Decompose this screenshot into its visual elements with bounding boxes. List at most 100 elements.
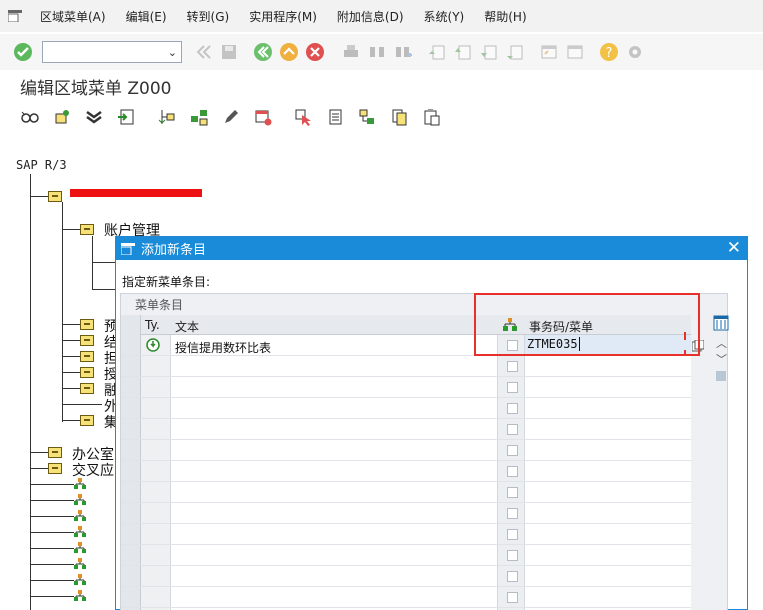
highlight-annotation [474, 293, 700, 356]
checkbox[interactable] [507, 487, 518, 498]
menu-edit[interactable]: 编辑(E) [116, 8, 177, 25]
network-node-icon[interactable] [74, 526, 86, 538]
network-node-icon[interactable] [74, 494, 86, 506]
folder-icon[interactable] [48, 463, 62, 474]
header-type[interactable]: Ty. [145, 318, 160, 332]
add-node-icon[interactable] [51, 106, 73, 128]
tree-connector [62, 372, 80, 373]
folder-icon[interactable] [80, 351, 94, 362]
settings-icon [624, 41, 646, 63]
row-divider [121, 418, 691, 419]
menu-area-menu[interactable]: 区域菜单(A) [30, 8, 116, 25]
network-node-icon[interactable] [74, 542, 86, 554]
select-icon[interactable] [293, 106, 315, 128]
tree-connector [30, 516, 74, 517]
checkbox[interactable] [507, 571, 518, 582]
scroll-up-icon[interactable]: ︿ [716, 335, 727, 351]
highlight-marker [684, 350, 686, 356]
network-node-icon[interactable] [74, 574, 86, 586]
scroll-down-icon[interactable]: ﹀ [716, 351, 727, 367]
menu-bar: 区域菜单(A) 编辑(E) 转到(G) 实用程序(M) 附加信息(D) 系统(Y… [0, 0, 763, 32]
clipboard-icon[interactable] [389, 106, 411, 128]
command-field[interactable]: ⌄ [42, 41, 182, 63]
column-config-icon[interactable] [713, 315, 729, 331]
row-divider [121, 544, 691, 545]
glasses-icon[interactable] [19, 106, 41, 128]
collapse-icon[interactable] [83, 106, 105, 128]
network-node-icon[interactable] [74, 590, 86, 602]
dialog-title-bar[interactable]: 添加新条目 [116, 237, 747, 260]
window-icon [121, 242, 135, 255]
checkbox[interactable] [507, 403, 518, 414]
entry-table: Ty. 文本 事务码/菜单 授信提用数环比表 ZTME035 [121, 315, 704, 610]
network-node-icon[interactable] [74, 558, 86, 570]
tree-connector [62, 340, 80, 341]
network-node-icon[interactable] [74, 510, 86, 522]
folder-icon[interactable] [80, 335, 94, 346]
tree-connector [30, 196, 48, 197]
back-icon[interactable] [252, 41, 274, 63]
tree-connector [30, 580, 74, 581]
checkbox[interactable] [507, 592, 518, 603]
add-sublevel-icon[interactable] [188, 106, 210, 128]
header-text[interactable]: 文本 [175, 318, 199, 335]
command-dropdown-icon[interactable]: ⌄ [168, 46, 177, 59]
find-next-icon [392, 41, 414, 63]
svg-text:?: ? [606, 46, 613, 61]
enter-icon[interactable] [12, 41, 34, 63]
checkbox[interactable] [507, 382, 518, 393]
checkbox[interactable] [507, 445, 518, 456]
delete-icon[interactable] [252, 106, 274, 128]
tree-root-label[interactable]: SAP R/3 [16, 158, 67, 172]
cancel-icon[interactable] [304, 41, 326, 63]
folder-icon[interactable] [80, 224, 94, 235]
checkbox[interactable] [507, 508, 518, 519]
folder-icon[interactable] [80, 415, 94, 426]
next-page-icon [478, 41, 500, 63]
highlight-marker [684, 332, 686, 340]
menu-help[interactable]: 帮助(H) [474, 8, 536, 25]
network-node-icon[interactable] [74, 478, 86, 490]
checkbox[interactable] [507, 550, 518, 561]
tree-connector [62, 229, 80, 230]
insert-icon[interactable] [357, 106, 379, 128]
copy-icon[interactable] [325, 106, 347, 128]
tree-connector [62, 404, 102, 405]
transaction-type-icon[interactable] [146, 338, 160, 352]
folder-icon[interactable] [48, 447, 62, 458]
menu-icon[interactable] [0, 10, 30, 22]
vertical-scrollbar[interactable]: ︿ ﹀ [713, 315, 729, 610]
checkbox[interactable] [507, 361, 518, 372]
scroll-thumb[interactable] [716, 371, 726, 381]
row-divider [121, 397, 691, 398]
checkbox[interactable] [507, 529, 518, 540]
menu-system[interactable]: 系统(Y) [414, 8, 475, 25]
tree-connector [30, 532, 74, 533]
menu-extras[interactable]: 附加信息(D) [327, 8, 414, 25]
exit-icon[interactable] [278, 41, 300, 63]
checkbox[interactable] [507, 424, 518, 435]
close-icon[interactable]: ✕ [727, 239, 741, 257]
paste-icon[interactable] [421, 106, 443, 128]
folder-icon[interactable] [80, 367, 94, 378]
dialog-instruction: 指定新菜单条目: [122, 275, 211, 289]
checkbox[interactable] [507, 466, 518, 477]
tree-node-cross-app[interactable]: 交叉应 [72, 460, 114, 480]
help-icon[interactable]: ? [598, 41, 620, 63]
add-same-level-icon[interactable] [156, 106, 178, 128]
folder-icon[interactable] [48, 191, 62, 202]
folder-icon[interactable] [80, 319, 94, 330]
menu-utilities[interactable]: 实用程序(M) [239, 8, 327, 25]
tree-connector [30, 468, 48, 469]
tree-connector [30, 596, 74, 597]
redacted-node-label [70, 189, 202, 197]
import-icon[interactable] [115, 106, 137, 128]
tree-connector [30, 500, 74, 501]
dialog-title: 添加新条目 [141, 243, 207, 258]
entry-text-field[interactable]: 授信提用数环比表 [175, 339, 271, 356]
folder-icon[interactable] [80, 383, 94, 394]
menu-goto[interactable]: 转到(G) [177, 8, 240, 25]
edit-icon[interactable] [220, 106, 242, 128]
first-page-icon [426, 41, 448, 63]
tree-connector [62, 388, 80, 389]
